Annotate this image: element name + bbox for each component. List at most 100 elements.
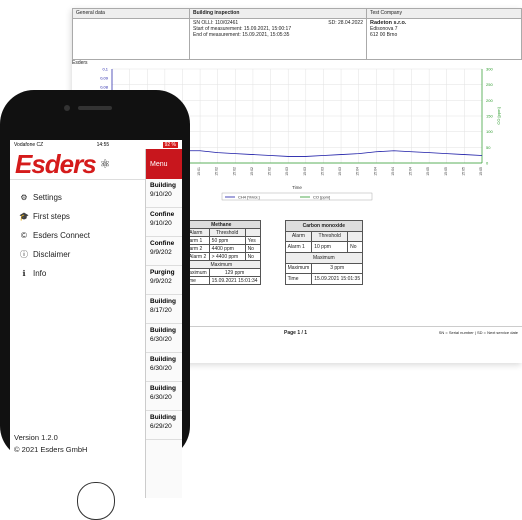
- menu-button[interactable]: Menu: [146, 149, 182, 179]
- footer-legend: SN = Serial number | SD = Next service d…: [438, 330, 518, 335]
- cell: 129 ppm: [208, 268, 261, 277]
- x-tick-label: 15:03: [285, 167, 289, 176]
- end-measurement: End of measurement: 15.09.2021, 15:05:35: [193, 32, 290, 38]
- job-title: Building: [150, 298, 176, 305]
- job-title: Building: [150, 327, 176, 334]
- esders-logo: Esders: [15, 148, 97, 179]
- menu-item-label: Info: [33, 269, 47, 278]
- list-item[interactable]: Purging 9/9/202: [146, 266, 182, 295]
- list-item[interactable]: Building 6/29/20: [146, 411, 182, 440]
- col-status: [244, 228, 261, 237]
- co-caption: Carbon monoxide: [284, 220, 364, 232]
- job-date: 9/10/20: [150, 191, 172, 198]
- cell: 15.09.2021 15:01:35: [311, 273, 364, 285]
- right-tick-label: 300: [486, 67, 493, 72]
- cell: Time: [284, 273, 313, 285]
- x-tick-label: 15:05: [479, 167, 483, 176]
- x-tick-label: 15:05: [426, 167, 430, 176]
- speaker-grille: [78, 106, 112, 110]
- menu-item-settings[interactable]: ⚙ Settings: [10, 188, 145, 207]
- x-axis-label: Time: [292, 185, 302, 190]
- table-row: Time 15.09.2021 15:01:34: [182, 276, 261, 285]
- alarm-tables: Methane Alarm Threshold Alarm 1 50 ppm Yes …: [182, 220, 364, 285]
- report-title: Building inspection: [189, 8, 367, 19]
- max-header: Maximum: [182, 260, 261, 269]
- cell: 50 ppm: [208, 236, 246, 245]
- cell: 4400 ppm: [208, 244, 246, 253]
- max-header: Maximum: [284, 251, 364, 264]
- measurement-info: SN OLLI: 110/02461 SD: 28.04.2022 Start o…: [189, 18, 367, 60]
- cell: > 4400 ppm: [208, 252, 246, 261]
- x-tick-label: 15:03: [338, 167, 342, 176]
- gear-icon: ⚙: [20, 193, 28, 202]
- service-date: SD: 28.04.2022: [328, 20, 363, 26]
- general-data-label: General data: [72, 8, 190, 19]
- company-label: Test Company: [366, 8, 522, 19]
- menu-item-disclaimer[interactable]: ⓘ Disclaimer: [10, 245, 145, 264]
- menu-item-first-steps[interactable]: 🎓 First steps: [10, 207, 145, 226]
- job-title: Building: [150, 182, 176, 189]
- home-button[interactable]: [77, 482, 115, 520]
- x-tick-label: 15:05: [444, 167, 448, 176]
- version-info: Version 1.2.0 © 2021 Esders GmbH: [14, 432, 87, 456]
- list-item[interactable]: Confine 9/10/20: [146, 208, 182, 237]
- menu-item-info[interactable]: ℹ Info: [10, 264, 145, 283]
- legend-label-ch4: CH4 [%Vol.]: [238, 195, 260, 200]
- job-list-panel: Menu Building 9/10/20 Confine 9/10/20 Conf…: [145, 149, 182, 498]
- cell: 15.09.2021 15:01:34: [208, 276, 261, 285]
- info-icon: ℹ: [22, 269, 26, 278]
- cell: 3 ppm: [311, 262, 364, 275]
- cell: Maximum: [284, 262, 313, 275]
- job-list: Building 9/10/20 Confine 9/10/20 Confine 9/…: [146, 179, 182, 440]
- legend-label-co: CO [ppm]: [313, 195, 330, 200]
- cell: Yes: [244, 236, 261, 245]
- report-header: General data Building inspection Test Co…: [72, 8, 522, 60]
- job-date: 9/9/202: [150, 278, 172, 285]
- list-item[interactable]: Confine 9/9/202: [146, 237, 182, 266]
- col-status: [347, 230, 364, 243]
- left-tick-label: 0,1: [102, 67, 108, 72]
- phone-device: Vodafone CZ 14:55 92 % Esders ⚛ ⚙ Setting…: [0, 90, 190, 520]
- job-date: 6/30/20: [150, 336, 172, 343]
- carrier-label: Vodafone CZ: [14, 141, 44, 148]
- job-title: Building: [150, 356, 176, 363]
- graduation-cap-icon: 🎓: [19, 212, 29, 221]
- menu-item-label: Disclaimer: [33, 250, 71, 259]
- list-item[interactable]: Building 6/30/20: [146, 353, 182, 382]
- list-item[interactable]: Building 6/30/20: [146, 382, 182, 411]
- app-logo: Esders ⚛: [10, 149, 145, 180]
- left-tick-label: 0,09: [100, 76, 109, 81]
- right-tick-label: 100: [486, 129, 493, 134]
- table-row: Alarm 1 50 ppm Yes: [182, 236, 261, 245]
- phone-screen: Vodafone CZ 14:55 92 % Esders ⚛ ⚙ Setting…: [10, 140, 182, 498]
- job-title: Purging: [150, 269, 175, 276]
- x-tick-label: 15:04: [391, 167, 395, 176]
- menu-item-esders-connect[interactable]: © Esders Connect: [10, 226, 145, 245]
- job-date: 6/29/20: [150, 423, 172, 430]
- x-tick-label: 15:05: [461, 167, 465, 176]
- right-tick-label: 50: [486, 145, 491, 150]
- general-data-cell: [72, 18, 190, 60]
- company-info: Radeton s.r.o. Edisonova 7 612 00 Brno: [366, 18, 522, 60]
- list-item[interactable]: Building 8/17/20: [146, 295, 182, 324]
- copyright-label: © 2021 Esders GmbH: [14, 445, 88, 454]
- clock-label: 14:55: [96, 141, 110, 148]
- list-item[interactable]: Building 9/10/20: [146, 179, 182, 208]
- job-date: 9/9/202: [150, 249, 172, 256]
- job-date: 6/30/20: [150, 365, 172, 372]
- menu-item-label: First steps: [33, 212, 70, 221]
- col-threshold: Threshold: [311, 230, 349, 243]
- menu-item-label: Settings: [33, 193, 62, 202]
- list-item[interactable]: Building 6/30/20: [146, 324, 182, 353]
- company-city: 612 00 Brno: [370, 32, 398, 38]
- connect-icon: ©: [21, 231, 27, 240]
- table-row: Alarm 1 10 ppm No: [284, 241, 364, 253]
- molecule-icon: ⚛: [99, 157, 111, 171]
- cell: No: [244, 244, 261, 253]
- disclaimer-icon: ⓘ: [20, 250, 28, 259]
- job-date: 9/10/20: [150, 220, 172, 227]
- battery-indicator: 92 %: [162, 141, 178, 148]
- job-title: Confine: [150, 211, 175, 218]
- x-tick-label: 15:04: [373, 167, 377, 176]
- camera-icon: [64, 105, 70, 111]
